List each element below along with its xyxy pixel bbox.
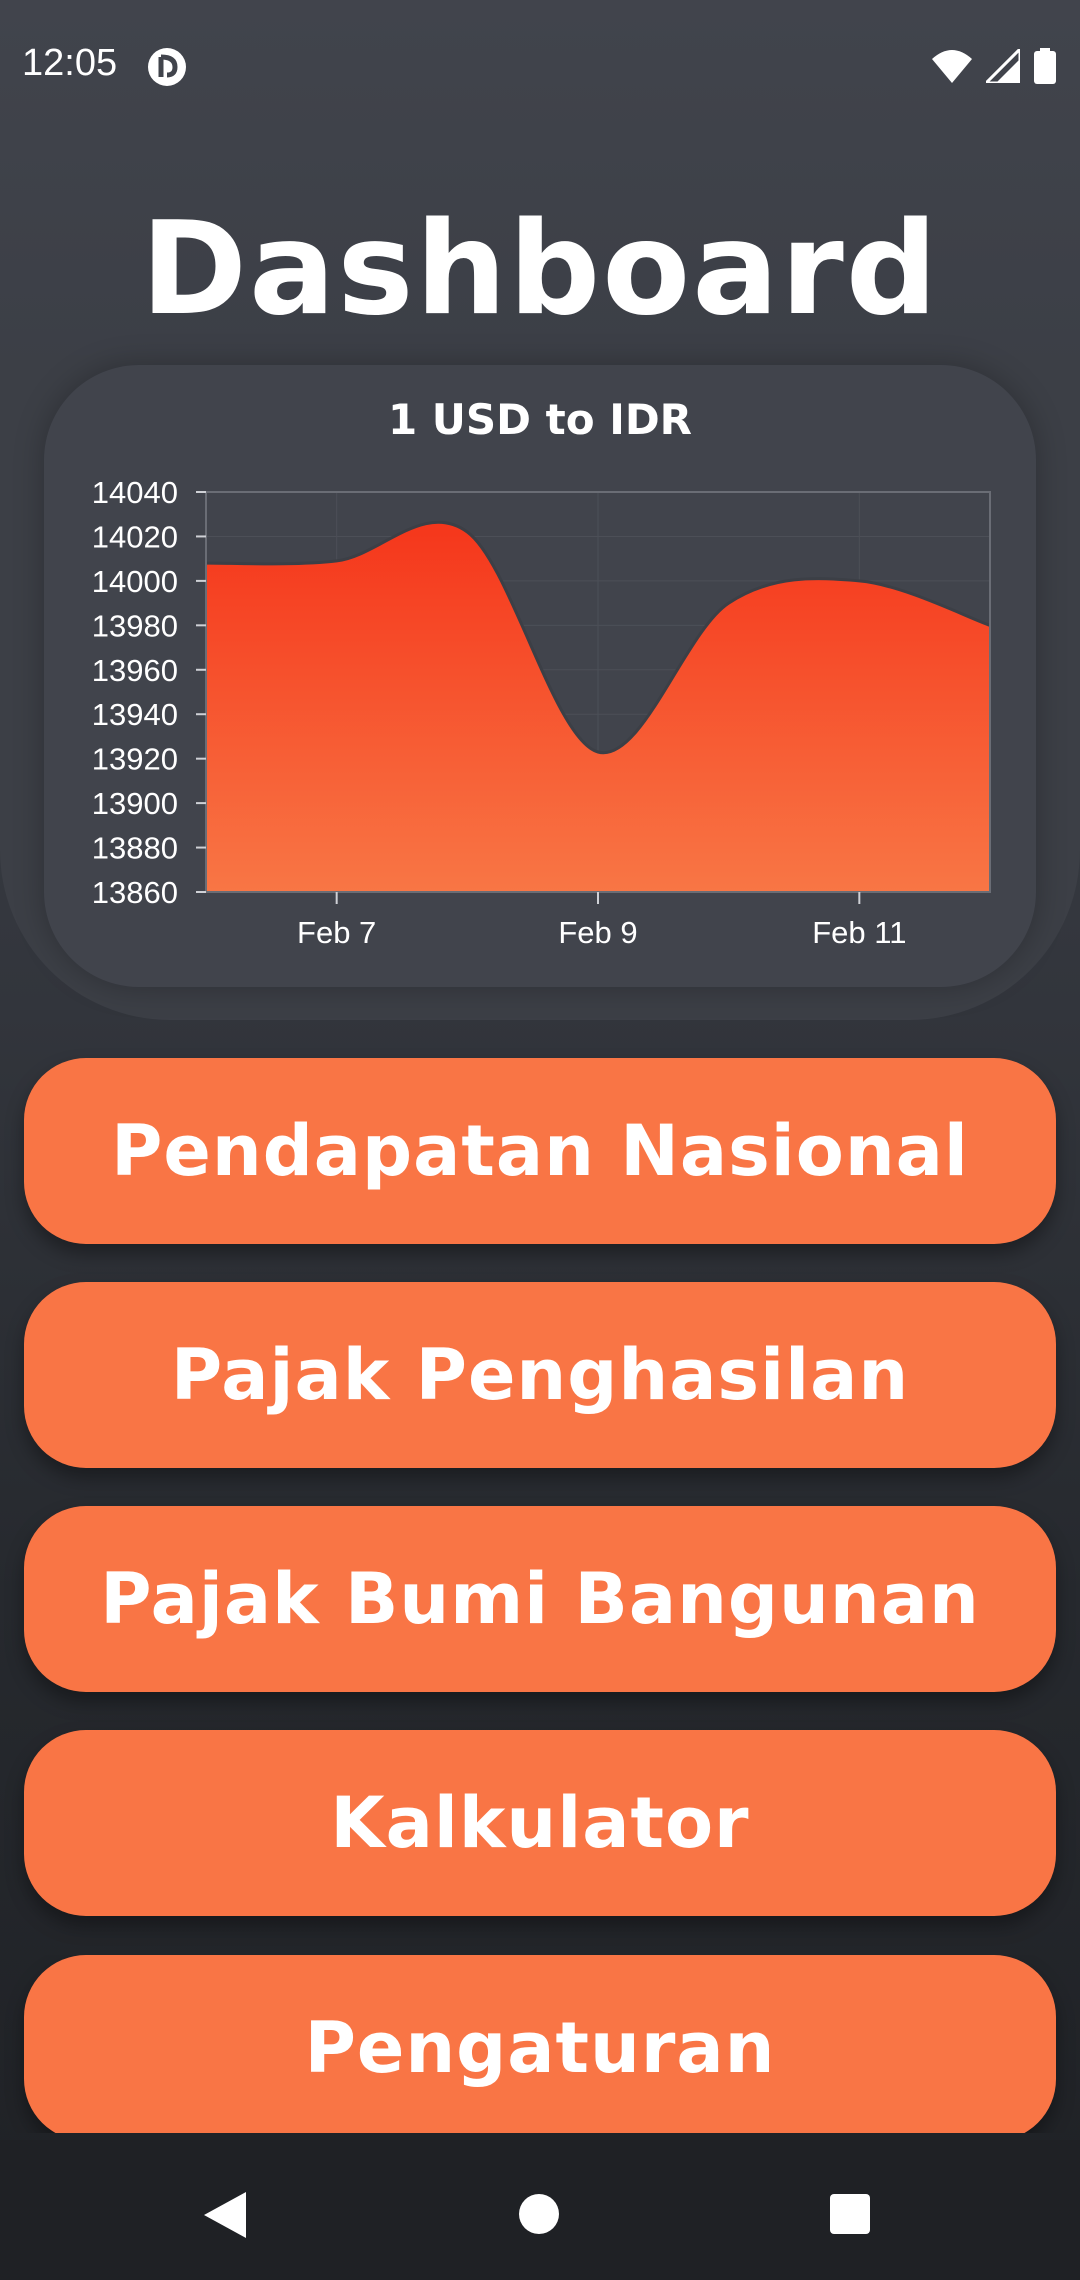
- pendapatan-nasional-button[interactable]: Pendapatan Nasional: [24, 1058, 1056, 1244]
- y-tick-label: 13900: [92, 786, 178, 821]
- x-tick-label: Feb 11: [812, 915, 906, 950]
- y-tick-label: 13920: [92, 742, 178, 777]
- y-tick-label: 13960: [92, 653, 178, 688]
- y-tick-label: 13860: [92, 875, 178, 910]
- scroll-clip: Pengaturan: [0, 1955, 1080, 2133]
- kalkulator-button[interactable]: Kalkulator: [24, 1730, 1056, 1916]
- y-tick-label: 13980: [92, 608, 178, 643]
- y-tick-label: 13880: [92, 831, 178, 866]
- recents-icon[interactable]: [830, 2194, 870, 2238]
- pengaturan-button[interactable]: Pengaturan: [24, 1955, 1056, 2133]
- x-tick-label: Feb 7: [297, 915, 376, 950]
- y-tick-label: 14020: [92, 519, 178, 554]
- home-icon[interactable]: [518, 2193, 560, 2239]
- x-tick-label: Feb 9: [558, 915, 637, 950]
- navigation-bar: [0, 2140, 1080, 2280]
- y-tick-label: 14040: [92, 475, 178, 510]
- pajak-penghasilan-button[interactable]: Pajak Penghasilan: [24, 1282, 1056, 1468]
- y-tick-label: 13940: [92, 697, 178, 732]
- pajak-bumi-bangunan-button[interactable]: Pajak Bumi Bangunan: [24, 1506, 1056, 1692]
- back-icon[interactable]: [204, 2192, 246, 2242]
- usd-idr-chart: 14040 14020 14000 13980 13960 13940 13920 13900…: [92, 475, 991, 950]
- y-tick-label: 14000: [92, 564, 178, 599]
